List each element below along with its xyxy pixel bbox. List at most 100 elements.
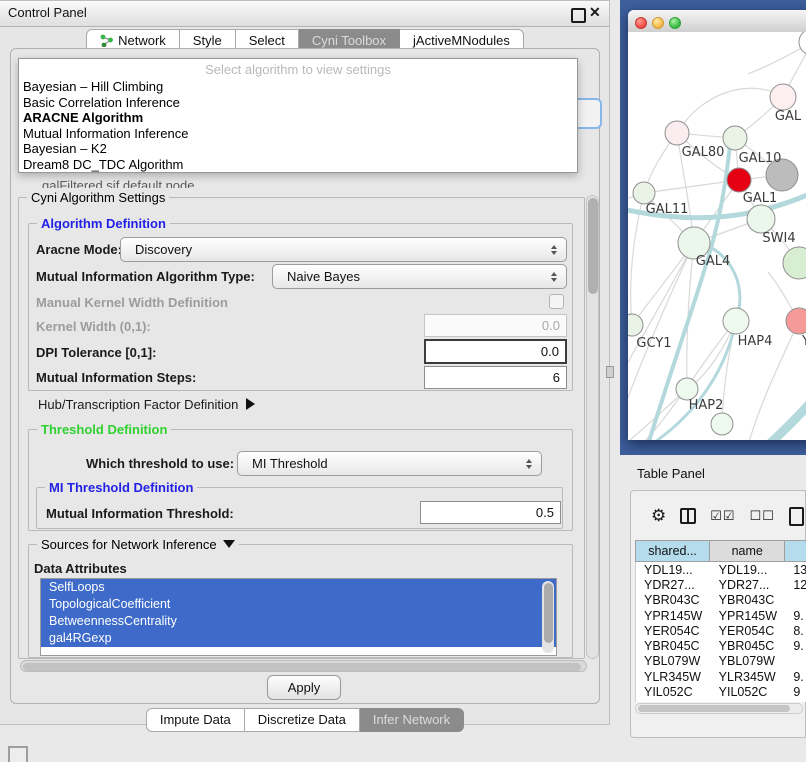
network-window-titlebar[interactable] bbox=[628, 10, 806, 33]
settings-vertical-scrollbar-thumb[interactable] bbox=[588, 198, 598, 294]
network-node-gal1[interactable] bbox=[727, 168, 751, 192]
column-header[interactable]: name bbox=[710, 540, 785, 562]
table-row[interactable]: YLR345WYLR345W9. bbox=[636, 669, 806, 684]
collapse-down-icon bbox=[223, 540, 235, 548]
control-panel-title: Control Panel bbox=[8, 5, 87, 20]
table-cell: YDR27... bbox=[711, 577, 786, 592]
tab-infer-network[interactable]: Infer Network bbox=[360, 708, 464, 732]
table-cell: YBR045C bbox=[711, 638, 786, 653]
network-icon bbox=[100, 34, 113, 47]
kernel-width-field[interactable]: 0.0 bbox=[424, 314, 567, 337]
network-node-gcy1[interactable] bbox=[628, 314, 643, 336]
mi-threshold-field[interactable]: 0.5 bbox=[420, 501, 561, 524]
mi-algorithm-type-value: Naive Bayes bbox=[273, 269, 545, 284]
column-header[interactable]: shared... bbox=[635, 540, 710, 562]
table-row[interactable]: YIL052CYIL052C9 bbox=[636, 684, 806, 699]
attribute-item-selected[interactable]: TopologicalCoefficient bbox=[41, 596, 556, 613]
network-node[interactable] bbox=[783, 247, 806, 279]
corner-widget[interactable] bbox=[8, 746, 28, 762]
attribute-item-selected[interactable]: gal4RGexp bbox=[41, 630, 556, 647]
export-table-icon[interactable] bbox=[789, 507, 804, 526]
close-icon[interactable]: ✕ bbox=[589, 4, 601, 21]
sources-group-title[interactable]: Sources for Network Inference bbox=[37, 537, 239, 552]
mi-algorithm-type-combo[interactable]: Naive Bayes bbox=[272, 264, 567, 289]
tab-label: Network bbox=[118, 33, 166, 48]
dropdown-option[interactable]: ARACNE Algorithm bbox=[19, 110, 577, 126]
network-node-hap2[interactable] bbox=[676, 378, 698, 400]
column-header[interactable] bbox=[785, 540, 806, 562]
tab-label: Select bbox=[249, 33, 285, 48]
apply-button[interactable]: Apply bbox=[267, 675, 341, 700]
dpi-tolerance-label: DPI Tolerance [0,1]: bbox=[36, 345, 156, 360]
close-traffic-light[interactable] bbox=[635, 17, 647, 29]
network-node-gal[interactable] bbox=[770, 84, 796, 110]
attribute-item-selected[interactable]: BetweennessCentrality bbox=[41, 613, 556, 630]
network-node-label: GCY1 bbox=[636, 336, 671, 351]
table-row[interactable]: YBR045CYBR045C9. bbox=[636, 638, 806, 653]
hub-definition-expander[interactable]: Hub/Transcription Factor Definition bbox=[38, 397, 255, 412]
table-row[interactable]: YER054CYER054C8. bbox=[636, 623, 806, 638]
algorithm-dropdown-prompt: Select algorithm to view settings bbox=[19, 59, 577, 79]
dropdown-option[interactable]: Dream8 DC_TDC Algorithm bbox=[19, 157, 577, 173]
table-cell bbox=[785, 654, 806, 669]
tab-discretize-data[interactable]: Discretize Data bbox=[245, 708, 360, 732]
hub-definition-label: Hub/Transcription Factor Definition bbox=[38, 397, 238, 412]
network-node[interactable] bbox=[711, 413, 733, 435]
manual-kernel-width-checkbox[interactable] bbox=[549, 294, 564, 309]
expand-right-icon bbox=[246, 398, 255, 410]
select-all-checkboxes-icon[interactable]: ☑☑ bbox=[710, 508, 735, 524]
dpi-tolerance-field[interactable]: 0.0 bbox=[424, 339, 567, 364]
table-row[interactable]: YBR043CYBR043C bbox=[636, 593, 806, 608]
algorithm-dropdown-list: Bayesian – Hill ClimbingBasic Correlatio… bbox=[19, 79, 577, 173]
tab-impute-data[interactable]: Impute Data bbox=[146, 708, 245, 732]
which-threshold-combo[interactable]: MI Threshold bbox=[237, 451, 542, 476]
table-cell: YDR27... bbox=[636, 577, 711, 592]
table-row[interactable]: YPR145WYPR145W9. bbox=[636, 608, 806, 623]
table-cell: YER054C bbox=[711, 623, 786, 638]
network-node-gal80[interactable] bbox=[665, 121, 689, 145]
zoom-traffic-light[interactable] bbox=[669, 17, 681, 29]
attributes-scrollbar[interactable] bbox=[542, 581, 554, 653]
dropdown-option[interactable]: Basic Correlation Inference bbox=[19, 95, 577, 111]
table-horizontal-scrollbar[interactable] bbox=[635, 703, 803, 714]
minimize-traffic-light[interactable] bbox=[652, 17, 664, 29]
gear-icon[interactable]: ⚙ bbox=[651, 506, 666, 526]
network-node-gal10[interactable] bbox=[723, 126, 747, 150]
table-cell: 8. bbox=[785, 623, 806, 638]
table-cell: YBR043C bbox=[636, 593, 711, 608]
columns-icon[interactable] bbox=[680, 508, 696, 524]
table-cell: YLR345W bbox=[711, 669, 786, 684]
table-row[interactable]: YDL19...YDL19...13 bbox=[636, 562, 806, 577]
table-cell: 9. bbox=[785, 638, 806, 653]
mi-steps-field[interactable]: 6 bbox=[424, 366, 567, 389]
network-node-y[interactable] bbox=[786, 308, 806, 334]
attributes-scrollbar-thumb[interactable] bbox=[544, 583, 553, 643]
network-node-hap4[interactable] bbox=[723, 308, 749, 334]
network-node-swi4[interactable] bbox=[747, 205, 775, 233]
table-row[interactable]: YDR27...YDR27...12 bbox=[636, 577, 806, 592]
aracne-mode-combo[interactable]: Discovery bbox=[120, 237, 567, 262]
table-panel-window: ⚙ ☑☑ ☐☐ shared...nameYDL19...YDL19...13Y… bbox=[630, 490, 806, 738]
deselect-all-checkboxes-icon[interactable]: ☐☐ bbox=[750, 508, 775, 524]
float-window-icon[interactable] bbox=[571, 8, 586, 23]
network-node-label: GAL bbox=[775, 109, 802, 124]
table-cell: YIL052C bbox=[636, 684, 711, 699]
attribute-item-selected[interactable]: SelfLoops bbox=[41, 579, 556, 596]
control-panel-titlebar[interactable]: Control Panel ✕ bbox=[0, 1, 609, 27]
panel-splitter-handle[interactable] bbox=[606, 366, 614, 378]
dropdown-option[interactable]: Mutual Information Inference bbox=[19, 126, 577, 142]
table-horizontal-scrollbar-thumb[interactable] bbox=[638, 705, 790, 712]
settings-horizontal-scrollbar[interactable] bbox=[20, 660, 587, 672]
dropdown-option[interactable]: Bayesian – Hill Climbing bbox=[19, 79, 577, 95]
network-node-gal11[interactable] bbox=[633, 182, 655, 204]
dropdown-option[interactable]: Bayesian – K2 bbox=[19, 141, 577, 157]
table-cell: YBL079W bbox=[711, 654, 786, 669]
network-canvas[interactable]: GALGAL80GAL10GAL1GAL11SWI4GAL4GCY1HAP4YH… bbox=[628, 32, 806, 440]
table-row[interactable]: YBL079WYBL079W bbox=[636, 654, 806, 669]
settings-horizontal-scrollbar-thumb[interactable] bbox=[23, 663, 581, 671]
aracne-mode-label: Aracne Mode: bbox=[36, 242, 122, 257]
algorithm-definition-title: Algorithm Definition bbox=[37, 216, 170, 231]
network-node[interactable] bbox=[799, 32, 806, 55]
network-node-label: GAL4 bbox=[696, 254, 730, 269]
tab-label: Infer Network bbox=[373, 712, 450, 727]
